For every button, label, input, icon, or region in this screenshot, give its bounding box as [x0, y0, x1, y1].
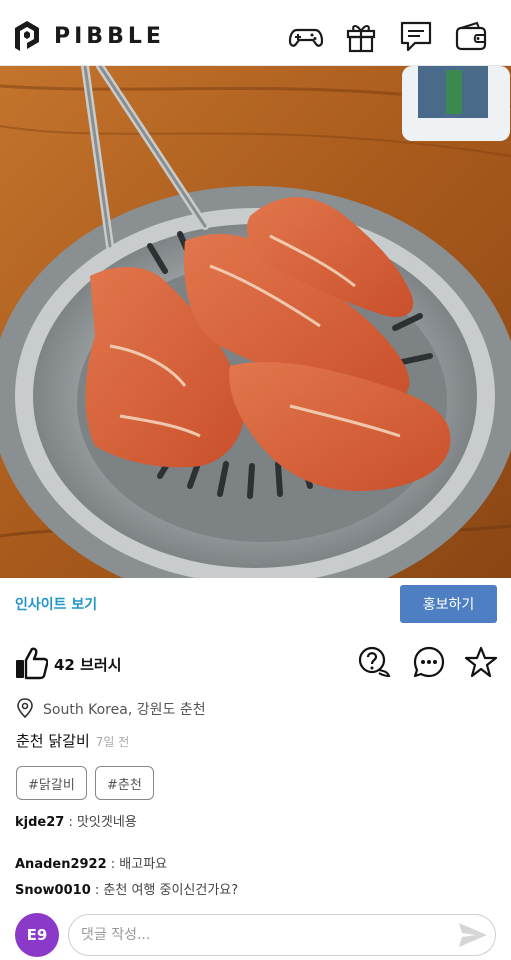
promote-button[interactable]: 홍보하기 — [400, 585, 497, 623]
insight-link[interactable]: 인사이트 보기 — [15, 594, 97, 614]
post-location[interactable]: South Korea, 강원도 춘천 — [43, 699, 206, 719]
gamepad-icon[interactable] — [288, 20, 324, 54]
question-chat-icon[interactable] — [357, 645, 391, 679]
user-avatar[interactable]: E9 — [15, 913, 59, 957]
comment-input[interactable] — [68, 914, 496, 956]
comment-dots-icon[interactable] — [412, 645, 446, 679]
comment-text: : 춘천 여행 중이신건가요? — [90, 883, 239, 898]
chat-icon[interactable] — [398, 20, 434, 54]
comment-text: : 배고파요 — [106, 857, 168, 872]
like-count: 42 브러시 — [54, 656, 122, 674]
location-pin-icon — [17, 698, 33, 718]
logo-text: PIBBLE — [54, 23, 165, 49]
pibble-logo[interactable]: PIBBLE — [14, 20, 165, 52]
post-time: 7일 전 — [95, 735, 130, 749]
pibble-logo-icon — [15, 21, 39, 51]
comment-username[interactable]: Anaden2922 — [15, 857, 107, 872]
thumbs-up-icon[interactable] — [14, 646, 48, 680]
post-photo[interactable] — [0, 66, 511, 578]
comment-item: Anaden2922 : 배고파요 — [15, 853, 167, 872]
hashtag-chip[interactable]: #춘천 — [95, 766, 154, 800]
top-bar: PIBBLE — [0, 0, 511, 66]
star-icon[interactable] — [464, 645, 498, 679]
post-title-text: 춘천 닭갈비 — [16, 732, 90, 750]
caption-text: : 맛잇겟네용 — [64, 815, 137, 830]
caption-username[interactable]: kjde27 — [15, 815, 64, 830]
comment-username[interactable]: Snow0010 — [15, 883, 91, 898]
hashtag-chip[interactable]: #닭갈비 — [16, 766, 87, 800]
grilled-chicken-photo — [0, 66, 511, 578]
post-caption: kjde27 : 맛잇겟네용 — [15, 811, 137, 830]
send-icon[interactable] — [458, 922, 488, 948]
comment-item: Snow0010 : 춘천 여행 중이신건가요? — [15, 879, 238, 898]
wallet-icon[interactable] — [453, 20, 489, 54]
gift-icon[interactable] — [343, 20, 379, 54]
post-title: 춘천 닭갈비 7일 전 — [16, 730, 129, 751]
